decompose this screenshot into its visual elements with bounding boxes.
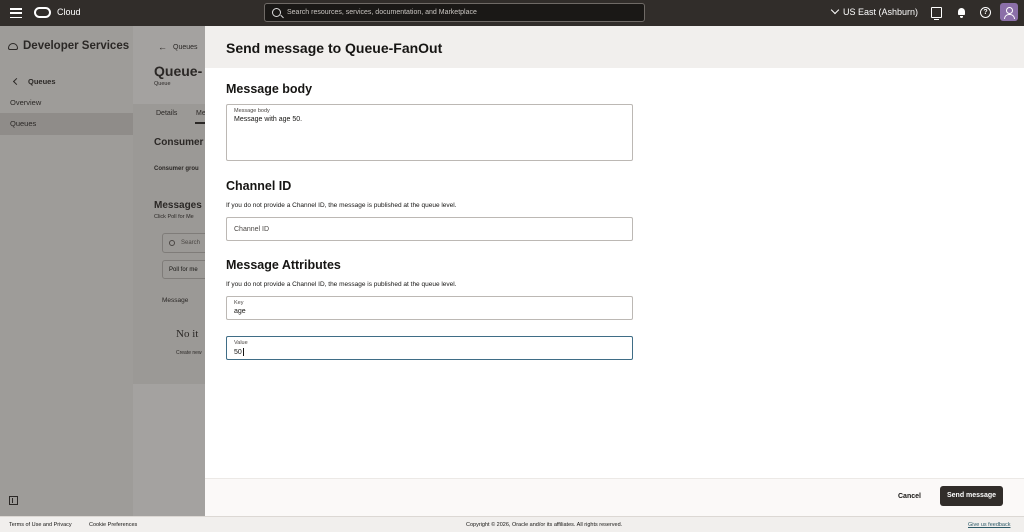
sidebar-header: Developer Services (8, 40, 129, 52)
send-message-drawer: Send message to Queue-FanOut Message bod… (205, 26, 1024, 516)
oracle-logo-icon[interactable] (34, 7, 51, 18)
channel-id-heading: Channel ID (226, 179, 292, 193)
drawer-header: Send message to Queue-FanOut (205, 26, 1024, 68)
messages-search-input[interactable]: Search (162, 233, 205, 253)
message-attributes-heading: Message Attributes (226, 258, 341, 272)
sidebar: Developer Services Queues Overview Queue… (0, 26, 133, 516)
message-body-textarea[interactable]: Message body Message with age 50. (226, 104, 633, 161)
queue-page-subtitle: Queue (154, 81, 171, 87)
attribute-value-value: 50 (234, 348, 242, 356)
queue-page-title: Queue- (154, 63, 203, 79)
region-label: US East (Ashburn) (843, 7, 919, 17)
messages-search-placeholder: Search (181, 240, 201, 246)
sidebar-item-overview[interactable]: Overview (0, 92, 133, 114)
search-placeholder: Search resources, services, documentatio… (287, 9, 477, 16)
message-body-value: Message with age 50. (234, 116, 303, 123)
message-body-heading: Message body (226, 82, 313, 96)
active-tab-underline (195, 122, 205, 124)
sidebar-title: Developer Services (23, 40, 130, 52)
drawer-footer: Cancel Send message (205, 478, 1024, 516)
text-caret (242, 348, 244, 356)
attribute-value-text: 50 (234, 348, 244, 356)
user-avatar-icon[interactable] (1000, 3, 1018, 21)
help-icon[interactable]: ? (980, 7, 991, 18)
search-icon (169, 240, 175, 246)
tab-messages[interactable]: Me (196, 110, 205, 117)
breadcrumb-label: Queues (173, 43, 198, 51)
sidebar-back-queues[interactable]: Queues (12, 77, 56, 86)
messages-heading: Messages (154, 200, 202, 211)
sidebar-back-label: Queues (28, 77, 56, 86)
cancel-button[interactable]: Cancel (898, 493, 921, 500)
attribute-key-label: Key (234, 300, 244, 306)
cloud-icon (8, 42, 18, 50)
empty-state-title: No it (176, 328, 199, 340)
channel-id-placeholder: Channel ID (234, 226, 270, 233)
attribute-value-label: Value (234, 340, 248, 346)
channel-id-help: If you do not provide a Channel ID, the … (226, 202, 457, 209)
top-navigation-bar: Cloud Search resources, services, docume… (0, 0, 1024, 26)
breadcrumb-back-queues[interactable]: ← Queues (158, 42, 198, 52)
notifications-bell-icon[interactable] (956, 7, 967, 18)
copyright-text: Copyright © 2026, Oracle and/or its affi… (466, 522, 623, 528)
poll-for-messages-button[interactable]: Poll for me (162, 260, 205, 279)
attribute-value-input[interactable]: Value 50 (226, 336, 633, 360)
message-body-field-label: Message body (234, 108, 270, 114)
attribute-key-input[interactable]: Key age (226, 296, 633, 320)
messages-help-text: Click Poll for Me (154, 214, 194, 220)
page-footer: Terms of Use and Privacy Cookie Preferen… (0, 516, 1024, 532)
message-column-header: Message (162, 297, 189, 304)
chevron-left-icon (12, 77, 21, 86)
feedback-link[interactable]: Give us feedback (968, 522, 1011, 528)
brand-name[interactable]: Cloud (57, 7, 81, 17)
channel-id-input[interactable]: Channel ID (226, 217, 633, 241)
cookie-preferences-link[interactable]: Cookie Preferences (89, 522, 137, 528)
collapse-sidebar-icon[interactable] (9, 496, 18, 505)
send-message-button[interactable]: Send message (940, 486, 1003, 506)
tab-details[interactable]: Details (156, 110, 177, 117)
consumer-heading: Consumer (154, 137, 204, 148)
chevron-down-icon (830, 5, 840, 15)
cloud-shell-icon[interactable] (931, 7, 942, 20)
search-icon (272, 8, 281, 17)
terms-link[interactable]: Terms of Use and Privacy (9, 522, 72, 528)
attribute-key-value: age (234, 308, 246, 315)
arrow-left-icon: ← (158, 42, 167, 52)
consumer-group-label: Consumer grou (154, 166, 199, 172)
background-queue-page: ← Queues Queue- Queue Details Me Consume… (133, 26, 205, 516)
region-selector[interactable]: US East (Ashburn) (830, 5, 919, 17)
empty-state-subtitle: Create new (176, 350, 202, 356)
drawer-title: Send message to Queue-FanOut (226, 40, 443, 56)
message-attributes-help: If you do not provide a Channel ID, the … (226, 281, 457, 288)
hamburger-menu-icon[interactable] (10, 8, 22, 18)
global-search-input[interactable]: Search resources, services, documentatio… (264, 3, 645, 22)
sidebar-item-queues[interactable]: Queues (0, 113, 133, 135)
